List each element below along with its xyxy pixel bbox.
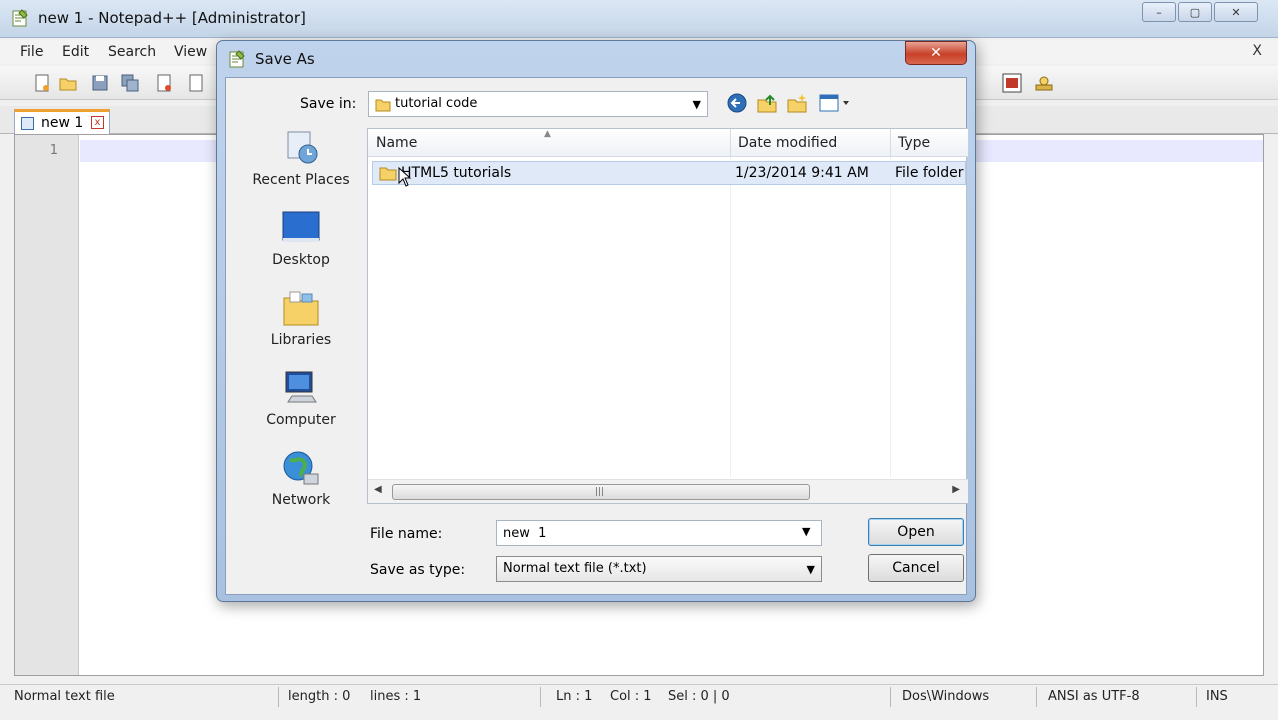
status-ln: Ln : 1	[556, 689, 593, 704]
save-icon[interactable]	[90, 73, 110, 93]
column-header-date-modified[interactable]: Date modified	[738, 135, 837, 151]
file-list-view[interactable]: Name ▲ Date modified Type HTML5 tutorial…	[367, 128, 968, 504]
tab-label: new 1	[41, 115, 84, 131]
open-file-icon[interactable]	[58, 73, 78, 93]
status-lines: lines : 1	[370, 689, 422, 704]
playback-icon[interactable]	[1034, 73, 1054, 93]
close-all-icon[interactable]	[186, 73, 206, 93]
folder-icon	[375, 99, 391, 112]
desktop-icon	[282, 211, 320, 242]
dialog-body: Save in: tutorial code ▼ Recent Places D…	[225, 77, 968, 595]
place-label: Desktop	[272, 252, 330, 268]
places-bar: Recent Places Desktop Libraries Computer…	[236, 128, 366, 528]
computer-icon	[285, 371, 317, 403]
status-encoding: ANSI as UTF-8	[1048, 689, 1140, 704]
save-in-dropdown[interactable]: tutorial code ▼	[368, 91, 708, 117]
scrollbar-thumb[interactable]: |||	[392, 484, 810, 500]
save-as-type-value: Normal text file (*.txt)	[503, 561, 647, 576]
npp-title-text: new 1 - Notepad++ [Administrator]	[38, 9, 306, 27]
file-row[interactable]: HTML5 tutorials 1/23/2014 9:41 AM File f…	[372, 161, 966, 185]
back-icon[interactable]	[726, 92, 748, 114]
status-insert-mode: INS	[1206, 689, 1228, 704]
status-file-type: Normal text file	[14, 689, 115, 704]
recent-places-icon	[287, 131, 318, 164]
new-file-icon[interactable]	[32, 73, 52, 93]
tab-new-1[interactable]: new 1 x	[14, 109, 110, 134]
save-all-icon[interactable]	[120, 73, 140, 93]
place-computer[interactable]: Computer	[236, 368, 366, 444]
place-label: Libraries	[270, 332, 332, 348]
mouse-pointer-icon	[398, 167, 412, 187]
chevron-down-icon: ▼	[806, 563, 815, 576]
place-label: Computer	[266, 412, 336, 428]
libraries-icon	[283, 291, 319, 326]
column-header-type[interactable]: Type	[898, 135, 930, 151]
status-col: Col : 1	[610, 689, 652, 704]
file-name-label: File name:	[370, 526, 443, 542]
open-button[interactable]: Open	[868, 518, 964, 546]
tab-close-icon[interactable]: x	[91, 116, 104, 129]
maximize-button[interactable]: ▢	[1178, 2, 1212, 22]
chevron-down-icon[interactable]: ▼	[802, 525, 810, 538]
view-menu-icon[interactable]	[818, 92, 852, 114]
folder-icon	[379, 167, 397, 181]
close-file-icon[interactable]	[154, 73, 174, 93]
window-close-button[interactable]: ✕	[1214, 2, 1258, 22]
npp-title-bar: new 1 - Notepad++ [Administrator] – ▢ ✕	[0, 0, 1278, 38]
line-number: 1	[49, 143, 58, 158]
new-folder-icon[interactable]	[786, 92, 808, 114]
sort-ascending-icon: ▲	[544, 129, 551, 139]
scroll-left-icon[interactable]: ◀	[374, 484, 382, 495]
file-row-name: HTML5 tutorials	[401, 165, 512, 181]
save-as-type-dropdown[interactable]: Normal text file (*.txt) ▼	[496, 556, 822, 582]
up-folder-icon[interactable]	[756, 92, 778, 114]
place-recent-places[interactable]: Recent Places	[236, 128, 366, 204]
macro-icon[interactable]	[1002, 73, 1022, 93]
minimize-button[interactable]: –	[1142, 2, 1176, 22]
menu-view[interactable]: View	[174, 44, 207, 60]
horizontal-scrollbar[interactable]: ◀ ||| ▶	[368, 479, 968, 503]
file-row-date: 1/23/2014 9:41 AM	[735, 165, 869, 181]
save-as-type-label: Save as type:	[370, 562, 466, 578]
line-number-gutter: 1	[15, 135, 79, 675]
document-icon	[21, 117, 34, 130]
column-headers: Name ▲ Date modified Type	[368, 129, 968, 157]
status-eol: Dos\Windows	[902, 689, 990, 704]
file-name-input[interactable]	[496, 520, 822, 546]
menu-file[interactable]: File	[20, 44, 43, 60]
save-as-dialog: Save As ✕ Save in: tutorial code ▼ Recen…	[216, 40, 976, 602]
status-bar: Normal text file length : 0 lines : 1 Ln…	[0, 684, 1278, 708]
dialog-close-button[interactable]: ✕	[905, 41, 967, 65]
dialog-title: Save As	[255, 50, 315, 68]
file-row-type: File folder	[895, 165, 964, 181]
place-libraries[interactable]: Libraries	[236, 288, 366, 364]
notepad-app-icon	[229, 50, 245, 68]
place-label: Network	[271, 492, 331, 508]
network-icon	[283, 451, 319, 485]
status-length: length : 0	[288, 689, 351, 704]
save-in-value: tutorial code	[395, 96, 478, 111]
close-document-button[interactable]: X	[1252, 43, 1262, 59]
save-in-label: Save in:	[300, 96, 357, 112]
place-label: Recent Places	[252, 172, 350, 188]
chevron-down-icon: ▼	[692, 98, 701, 111]
status-sel: Sel : 0 | 0	[668, 689, 730, 704]
menu-edit[interactable]: Edit	[62, 44, 89, 60]
cancel-button[interactable]: Cancel	[868, 554, 964, 582]
scroll-right-icon[interactable]: ▶	[952, 484, 960, 495]
menu-search[interactable]: Search	[108, 44, 156, 60]
place-network[interactable]: Network	[236, 448, 366, 524]
column-header-name[interactable]: Name	[376, 135, 417, 151]
place-desktop[interactable]: Desktop	[236, 208, 366, 284]
notepad-app-icon	[12, 9, 28, 27]
